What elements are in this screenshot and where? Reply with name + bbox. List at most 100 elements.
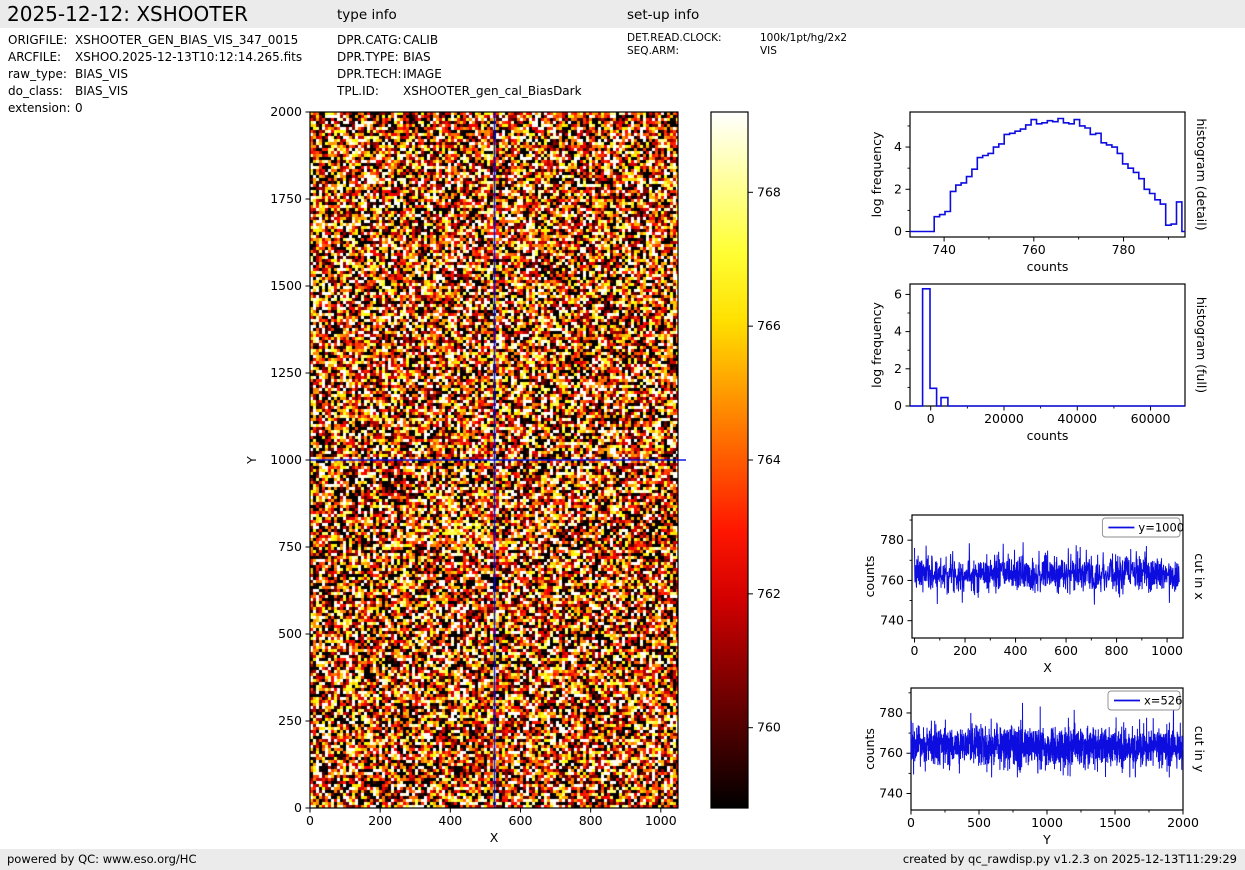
x-tick-label: 400 — [438, 813, 462, 828]
x-axis-label: X — [490, 830, 499, 845]
x-tick-label: 740 — [932, 242, 956, 257]
info-value: XSHOOTER_gen_cal_BiasDark — [403, 84, 582, 98]
info-value: 0 — [75, 101, 83, 115]
info-value: XSHOOTER_GEN_BIAS_VIS_347_0015 — [75, 33, 298, 47]
info-label: ORIGFILE: — [8, 33, 67, 47]
x-axis-label: counts — [1027, 259, 1069, 274]
plot-frame — [910, 284, 1185, 406]
info-row: do_class: BIAS_VIS — [8, 84, 328, 101]
x-tick-label: 2000 — [1167, 815, 1199, 830]
y-tick-label: 1250 — [270, 365, 302, 380]
x-tick-label: 500 — [967, 815, 991, 830]
info-value: VIS — [760, 45, 777, 57]
x-tick-label: 60000 — [1131, 411, 1171, 426]
colorbar-gradient — [711, 112, 748, 808]
info-label: do_class: — [8, 84, 63, 98]
cut_y-plot: 0500100015002000740760780Ycountscut in y… — [862, 688, 1207, 847]
y-tick-label: 0 — [894, 224, 902, 239]
info-row: DPR.TECH:IMAGE — [337, 67, 657, 84]
y-tick-label: 740 — [880, 613, 904, 628]
y-tick-label: 760 — [880, 572, 904, 587]
info-row: extension: 0 — [8, 101, 328, 118]
info-value: IMAGE — [403, 67, 442, 81]
info-label: DPR.TYPE: — [337, 50, 399, 64]
info-row: raw_type:BIAS_VIS — [8, 67, 328, 84]
x-tick-label: 760 — [1022, 242, 1046, 257]
x-tick-label: 1500 — [1099, 815, 1131, 830]
y-tick-label: 2 — [894, 361, 902, 376]
info-value: CALIB — [403, 33, 438, 47]
hist_detail-plot: 740760780024countslog frequencyhistogram… — [869, 112, 1209, 274]
legend-label: x=526 — [1144, 694, 1182, 708]
hist_full-series — [910, 289, 1185, 406]
y-tick-label: 760 — [879, 745, 903, 760]
footer-left-text: powered by QC: www.eso.org/HC — [7, 852, 196, 866]
info-label: DET.READ.CLOCK: — [627, 32, 722, 44]
plot-frame — [912, 515, 1183, 638]
info-value: BIAS_VIS — [75, 84, 128, 98]
x-tick-label: 1000 — [645, 813, 677, 828]
y-tick-label: 1500 — [270, 278, 302, 293]
info-label: TPL.ID: — [337, 84, 379, 98]
y-tick-label: 740 — [879, 785, 903, 800]
x-tick-label: 0 — [911, 643, 919, 658]
hist_detail-series — [910, 119, 1185, 232]
x-tick-label: 40000 — [1057, 411, 1097, 426]
info-value: BIAS_VIS — [75, 67, 128, 81]
x-tick-label: 800 — [579, 813, 603, 828]
setup-info-heading: set-up info — [627, 7, 699, 23]
colorbar: 760762764766768 — [711, 112, 781, 808]
info-label: ARCFILE: — [8, 50, 61, 64]
info-value: 100k/1pt/hg/2x2 — [760, 32, 847, 44]
x-axis-label: X — [1043, 660, 1052, 675]
x-tick-label: 200 — [368, 813, 392, 828]
cut_y-legend: x=526 — [1108, 691, 1182, 710]
x-tick-label: 0 — [907, 815, 915, 830]
x-tick-label: 1000 — [1031, 815, 1063, 830]
footer-right-text: created by qc_rawdisp.py v1.2.3 on 2025-… — [903, 852, 1237, 866]
colorbar-tick-label: 766 — [757, 318, 781, 333]
info-row: SEQ.ARM: VIS — [627, 45, 947, 58]
y-tick-label: 0 — [294, 800, 302, 815]
bias-image-heatmap — [310, 112, 678, 808]
cut_x-plot: 02004006008001000740760780Xcountscut in … — [862, 515, 1207, 675]
info-row: DET.READ.CLOCK: 100k/1pt/hg/2x2 — [627, 32, 947, 45]
y-tick-label: 1750 — [270, 191, 302, 206]
info-value: BIAS — [403, 50, 431, 64]
x-tick-label: 400 — [1004, 643, 1028, 658]
x-tick-label: 600 — [509, 813, 533, 828]
info-label: extension: — [8, 101, 71, 115]
hist_full-plot: 02000040000600000246countslog frequencyh… — [869, 284, 1209, 443]
info-value: XSHOO.2025-12-13T10:12:14.265.fits — [75, 50, 302, 64]
page-title: 2025-12-12: XSHOOTER — [7, 2, 248, 26]
y-tick-label: 0 — [894, 398, 902, 413]
y-axis-label: counts — [862, 556, 877, 598]
y-tick-label: 1000 — [270, 452, 302, 467]
y-tick-label: 6 — [894, 286, 902, 301]
legend-label: y=1000 — [1138, 521, 1184, 535]
y-tick-label: 2 — [894, 181, 902, 196]
info-label: SEQ.ARM: — [627, 45, 679, 57]
side-label: histogram (full) — [1194, 297, 1209, 393]
info-row: DPR.TYPE: BIAS — [337, 50, 657, 67]
x-tick-label: 1000 — [1151, 643, 1183, 658]
x-tick-label: 800 — [1105, 643, 1129, 658]
y-tick-label: 4 — [894, 324, 902, 339]
y-axis-label: Y — [244, 456, 259, 465]
footer-bar: powered by QC: www.eso.org/HC created by… — [0, 849, 1245, 870]
cut_x-legend: y=1000 — [1102, 518, 1184, 537]
side-label: histogram (detail) — [1194, 118, 1209, 230]
y-axis-label: log frequency — [869, 131, 884, 217]
y-tick-label: 780 — [879, 705, 903, 720]
x-tick-label: 0 — [927, 411, 935, 426]
x-tick-label: 600 — [1054, 643, 1078, 658]
plot-frame — [910, 112, 1185, 237]
x-tick-label: 0 — [306, 813, 314, 828]
colorbar-tick-label: 768 — [757, 184, 781, 199]
x-axis-label: Y — [1042, 832, 1051, 847]
plot-frame — [911, 688, 1183, 810]
x-tick-label: 200 — [953, 643, 977, 658]
cut_x-series — [915, 542, 1180, 604]
colorbar-tick-label: 760 — [757, 720, 781, 735]
y-tick-label: 780 — [880, 532, 904, 547]
